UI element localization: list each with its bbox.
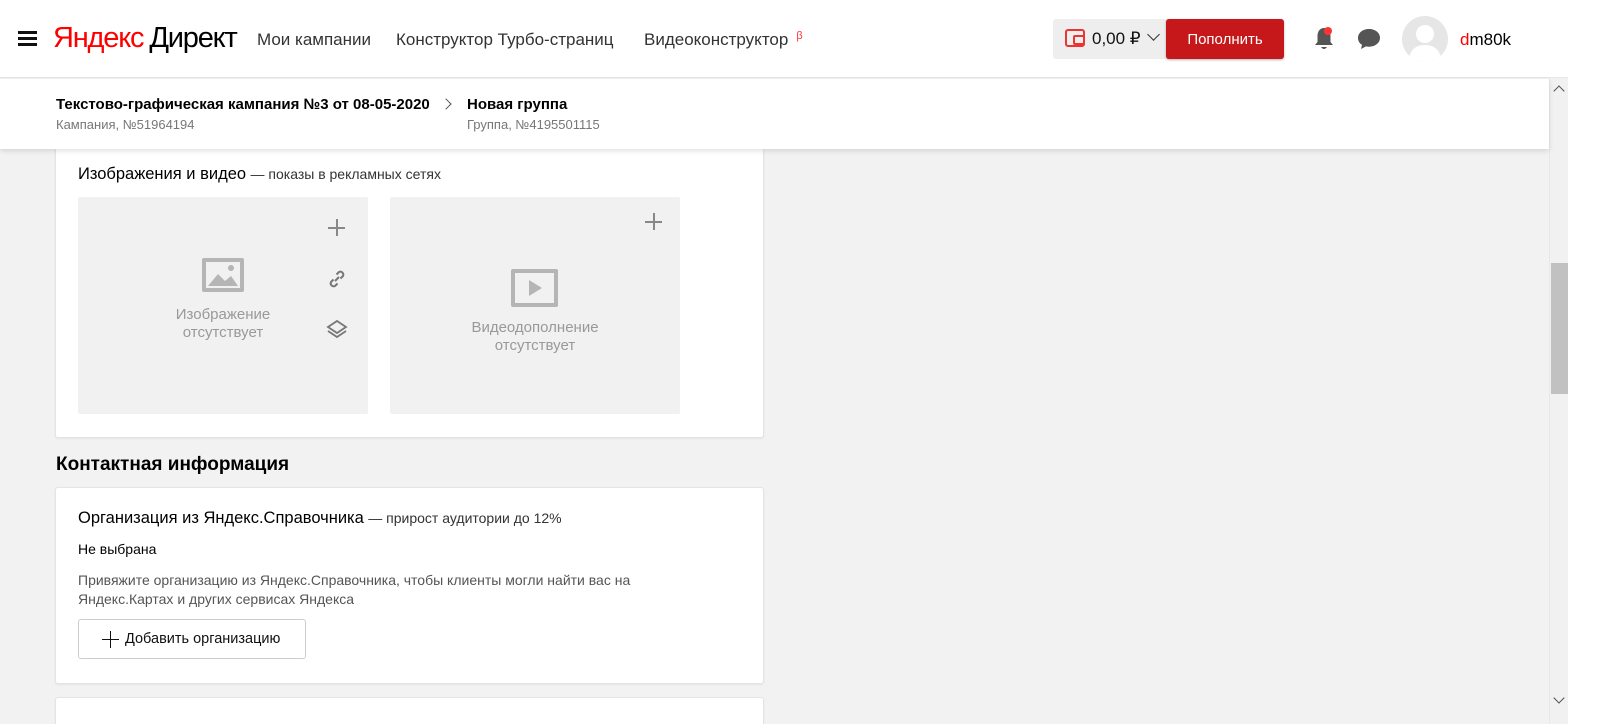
video-empty-line2: отсутствует <box>494 337 576 354</box>
image-empty-line1: Изображение <box>175 306 271 323</box>
nav-video-constructor-label: Видеоконструктор <box>644 30 789 49</box>
video-icon <box>511 269 558 307</box>
logo[interactable]: Яндекс Директ <box>53 22 238 55</box>
group-id: Группа, №4195501115 <box>467 117 600 132</box>
add-organization-button[interactable]: Добавить организацию <box>78 619 306 659</box>
avatar[interactable] <box>1402 16 1448 62</box>
user-silhouette-icon <box>1408 25 1442 62</box>
plus-icon <box>102 631 119 648</box>
image-empty-text: Изображение отсутствует <box>123 306 323 342</box>
contact-heading: Контактная информация <box>56 454 290 475</box>
campaign-title: Текстово-графическая кампания №3 от 08-0… <box>56 96 430 113</box>
add-video-plus-icon[interactable] <box>643 211 665 233</box>
org-section-title: Организация из Яндекс.Справочника — прир… <box>78 509 562 528</box>
org-title: Организация из Яндекс.Справочника <box>78 509 364 527</box>
media-section-title: Изображения и видео — показы в рекламных… <box>78 165 441 184</box>
logo-direct: Директ <box>149 22 237 54</box>
beta-badge: β <box>796 30 803 42</box>
add-organization-label: Добавить организацию <box>125 631 281 647</box>
notification-dot <box>1324 27 1332 35</box>
link-icon[interactable] <box>325 267 349 291</box>
video-empty-line1: Видеодополнение <box>471 319 599 336</box>
layers-icon[interactable] <box>325 318 349 342</box>
media-hint: — показы в рекламных сетях <box>250 166 441 182</box>
org-hint: — прирост аудитории до 12% <box>368 510 562 526</box>
scroll-up-arrow-icon[interactable] <box>1553 85 1565 97</box>
image-empty-line2: отсутствует <box>182 324 264 341</box>
breadcrumb-campaign[interactable]: Текстово-графическая кампания №3 от 08-0… <box>56 96 430 132</box>
breadcrumb-group[interactable]: Новая группа Группа, №4195501115 <box>467 96 600 132</box>
window-edge <box>1568 0 1600 724</box>
media-title: Изображения и видео <box>78 165 247 183</box>
breadcrumb: Текстово-графическая кампания №3 от 08-0… <box>0 79 1549 149</box>
video-empty-text: Видеодополнение отсутствует <box>435 319 635 355</box>
org-status: Не выбрана <box>78 541 157 557</box>
scrollbar-thumb[interactable] <box>1551 263 1568 394</box>
chat-icon[interactable] <box>1356 26 1382 52</box>
image-icon <box>202 258 244 292</box>
group-title: Новая группа <box>467 96 568 113</box>
image-placeholder: Изображение отсутствует <box>78 197 368 414</box>
scroll-down-arrow-icon[interactable] <box>1553 692 1565 704</box>
nav-turbo-constructor[interactable]: Конструктор Турбо-страниц <box>396 30 614 50</box>
top-header: Яндекс Директ Мои кампании Конструктор Ту… <box>0 0 1600 78</box>
video-placeholder: Видеодополнение отсутствует <box>390 197 680 414</box>
chevron-down-icon <box>1147 28 1160 41</box>
balance-amount: 0,00 ₽ <box>1092 29 1141 48</box>
menu-icon[interactable] <box>18 29 38 47</box>
logo-yandex: Яндекс <box>53 22 145 54</box>
balance-dropdown[interactable]: 0,00 ₽ <box>1053 19 1177 59</box>
add-image-plus-icon[interactable] <box>326 217 348 239</box>
nav-video-constructor[interactable]: Видеоконструктор β <box>644 30 803 50</box>
nav-my-campaigns[interactable]: Мои кампании <box>257 30 371 50</box>
campaign-id: Кампания, №51964194 <box>56 117 195 132</box>
topup-button[interactable]: Пополнить <box>1166 19 1284 59</box>
preview-panel <box>808 79 1549 724</box>
org-description: Привяжите организацию из Яндекс.Справочн… <box>78 572 631 607</box>
username-rest: m80k <box>1469 30 1512 49</box>
wallet-icon <box>1065 29 1085 47</box>
scrollbar[interactable] <box>1549 79 1568 724</box>
username[interactable]: dm80k <box>1460 30 1511 50</box>
next-card <box>55 697 764 724</box>
